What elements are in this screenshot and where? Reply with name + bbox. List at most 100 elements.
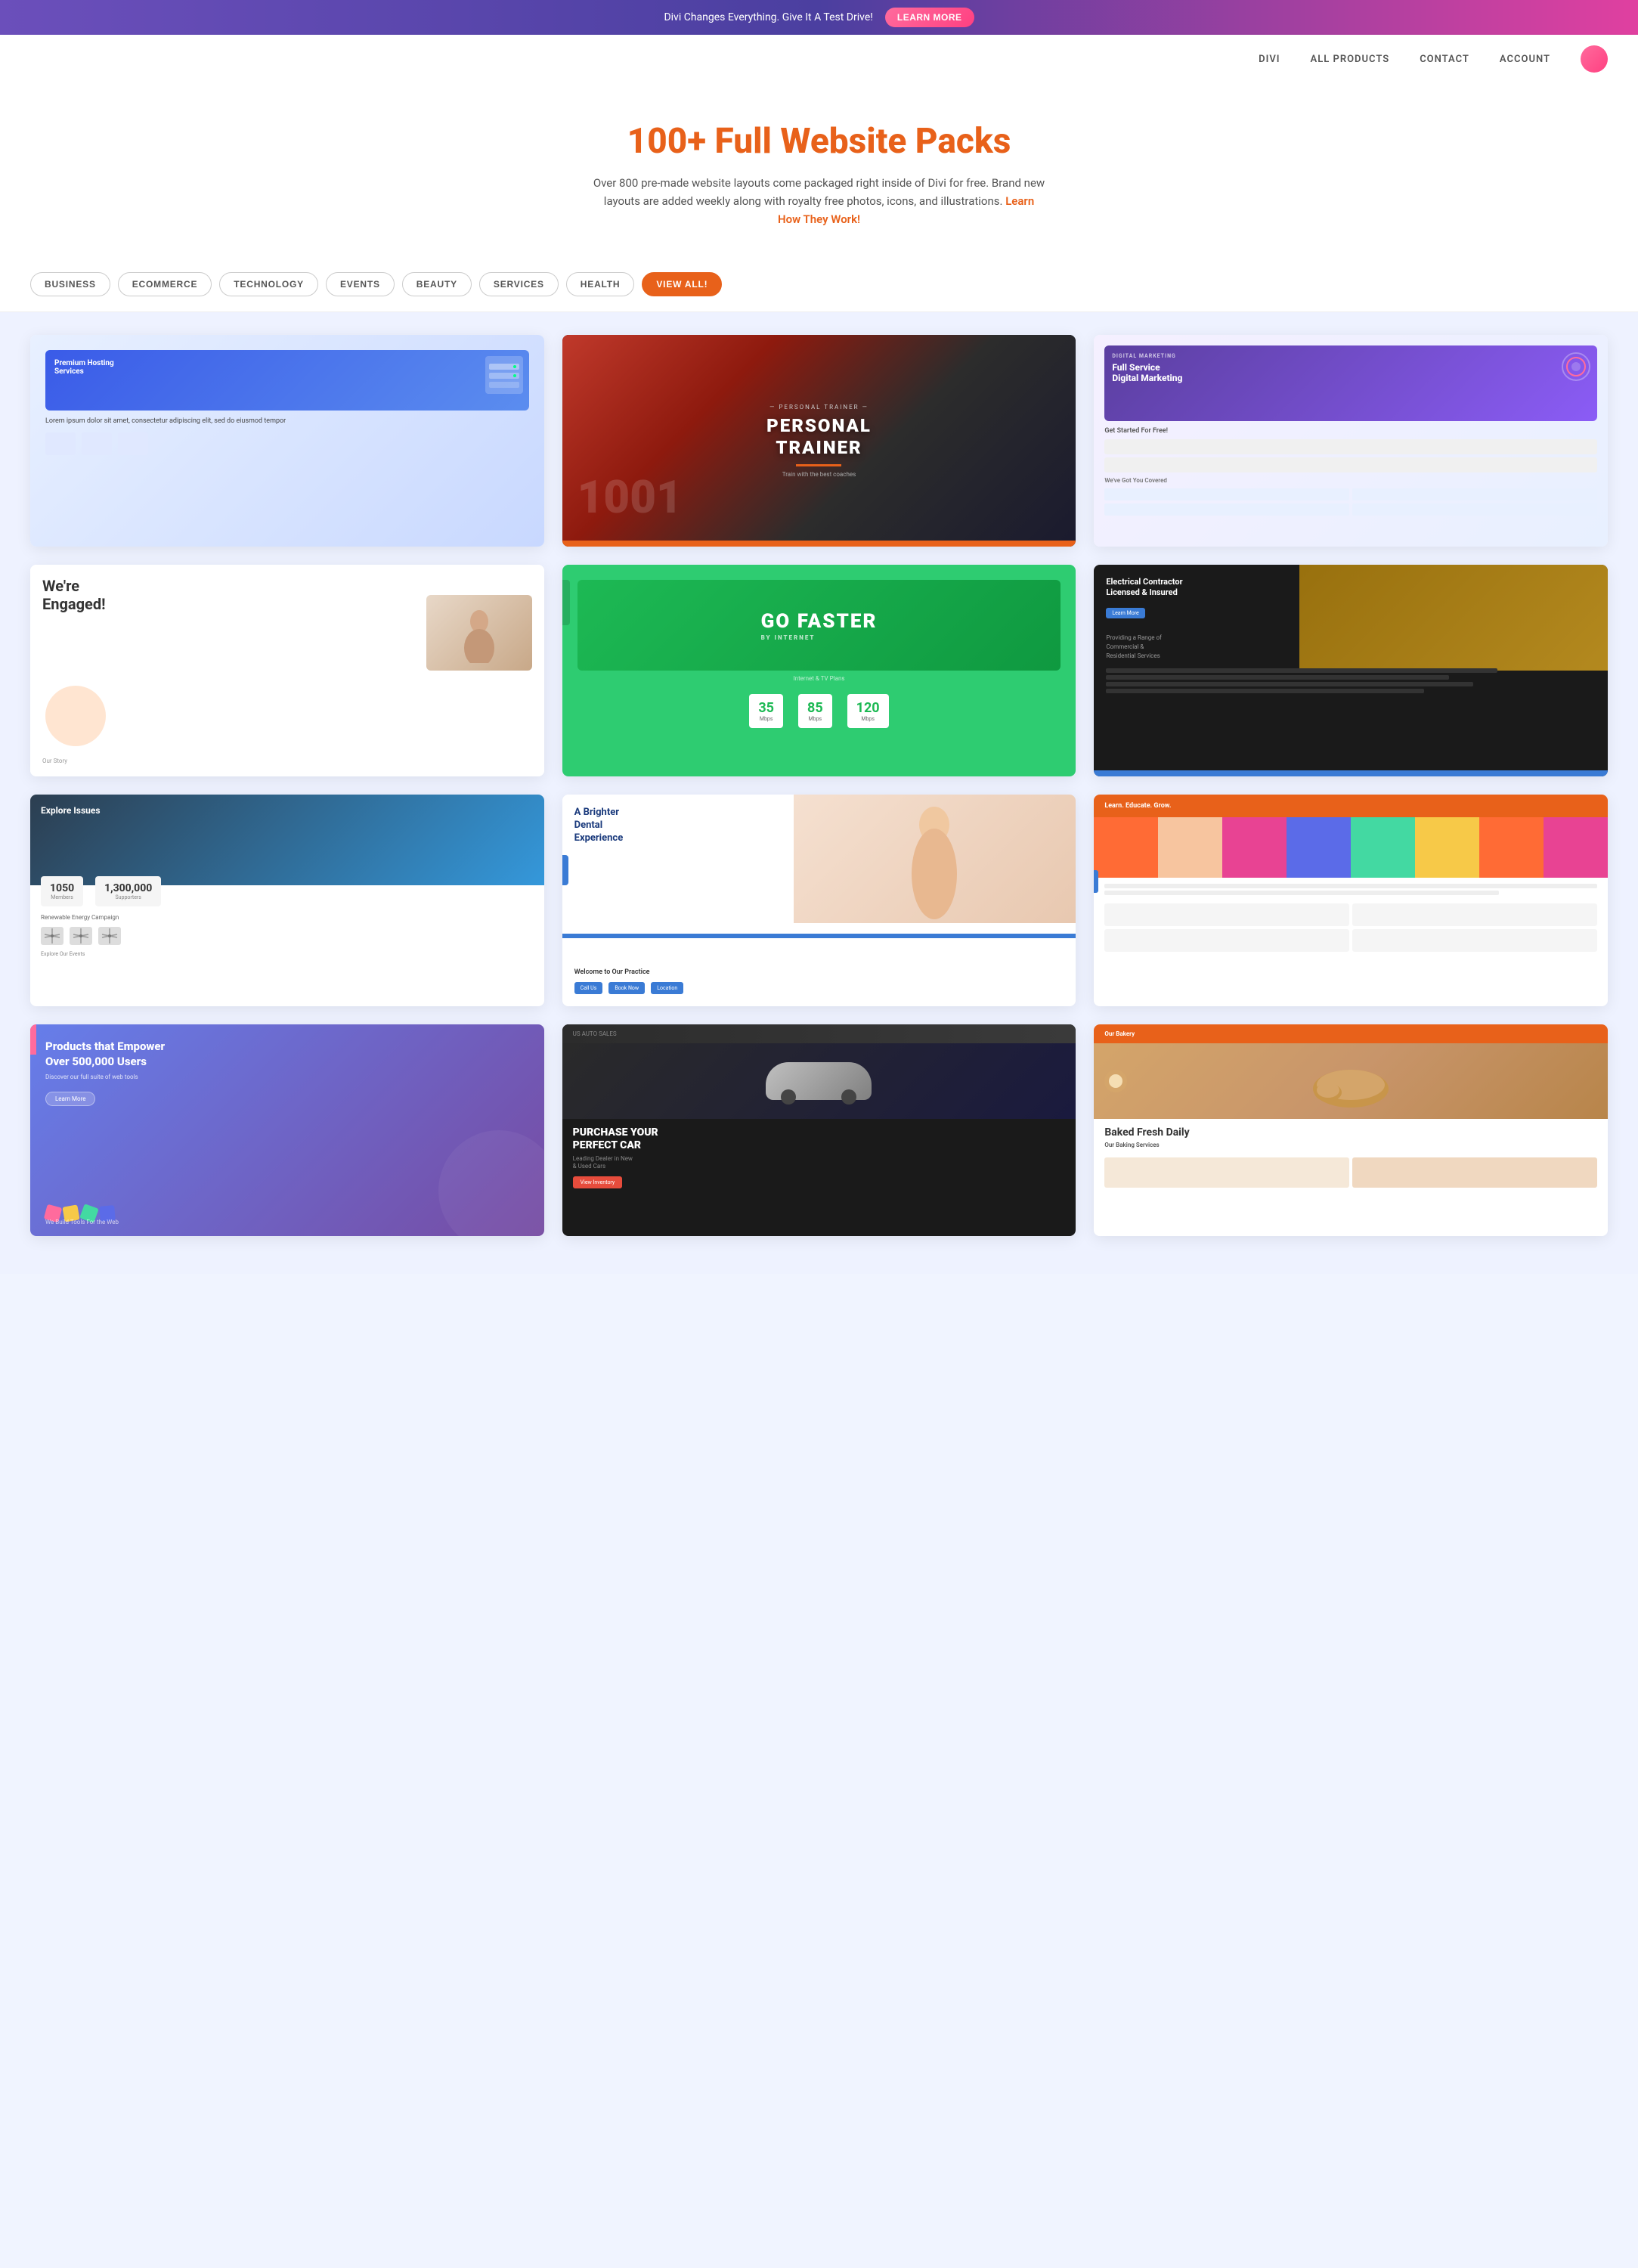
faster-header: GO FASTER by internet xyxy=(577,580,1061,671)
trainer-title: PERSONALTRAINER xyxy=(766,415,872,459)
card-trainer[interactable]: 1001 — PERSONAL TRAINER — PERSONALTRAINE… xyxy=(562,335,1076,547)
education-body xyxy=(1094,878,1608,903)
products-bottom-text: We Build Tools For the Web xyxy=(45,1219,119,1225)
explore-title: Explore Issues xyxy=(41,805,534,816)
bakery-header: Our Bakery xyxy=(1094,1024,1608,1043)
faster-left-bar xyxy=(562,580,570,625)
bakery-body: Our Baking Services xyxy=(1094,1142,1608,1148)
dental-welcome: Welcome to Our Practice xyxy=(574,968,1064,976)
hero-description: Over 800 pre-made website layouts come p… xyxy=(593,174,1046,228)
windmill-1 xyxy=(41,927,63,945)
nav-divi[interactable]: DIVI xyxy=(1259,54,1280,65)
nav-avatar[interactable] xyxy=(1581,45,1608,73)
nav-contact[interactable]: CONTACT xyxy=(1420,54,1469,65)
dental-title: A BrighterDentalExperience xyxy=(574,807,794,845)
trainer-content: — PERSONAL TRAINER — PERSONALTRAINER Tra… xyxy=(766,404,872,479)
bakery-cell-1 xyxy=(1104,1157,1349,1188)
products-deco xyxy=(438,1130,544,1236)
grid-section: Premium HostingServices L xyxy=(0,312,1638,1274)
card-faster[interactable]: GO FASTER by internet Internet & TV Plan… xyxy=(562,565,1076,776)
car-subtitle: Leading Dealer in New& Used Cars xyxy=(562,1155,1076,1171)
pricing-row: 35 Mbps 85 Mbps 120 Mbps xyxy=(749,694,888,728)
stat-box-1: 1050 Members xyxy=(41,876,83,906)
dental-blue-bar xyxy=(562,934,1076,938)
filter-business[interactable]: BUSINESS xyxy=(30,272,110,296)
car-button: View Inventory xyxy=(573,1176,623,1188)
hero-title: 100+ Full Website Packs xyxy=(15,121,1623,162)
couple-photo xyxy=(426,595,532,671)
education-grid xyxy=(1094,903,1608,958)
story-text: Our Story xyxy=(42,758,67,764)
car-title: PURCHASE YOURPERFECT CAR xyxy=(562,1119,1076,1155)
marketing-header: DIGITAL MARKETING Full ServiceDigital Ma… xyxy=(1104,345,1597,421)
windmill-2 xyxy=(70,927,92,945)
price-35: 35 Mbps xyxy=(749,694,783,728)
top-banner: Divi Changes Everything. Give It A Test … xyxy=(0,0,1638,35)
banner-text: Divi Changes Everything. Give It A Test … xyxy=(664,11,872,23)
filter-health[interactable]: HEALTH xyxy=(566,272,635,296)
bread-image xyxy=(1094,1043,1608,1119)
cards-grid: Premium HostingServices L xyxy=(30,335,1608,1236)
bakery-grid xyxy=(1094,1151,1608,1194)
hero-section: 100+ Full Website Packs Over 800 pre-mad… xyxy=(0,83,1638,257)
car-image xyxy=(562,1043,1076,1119)
card-explore[interactable]: Explore Issues 1050 Members 1,300,000 Su… xyxy=(30,795,544,1006)
price-85: 85 Mbps xyxy=(798,694,832,728)
explore-content: Explore Issues 1050 Members 1,300,000 Su… xyxy=(30,795,544,1006)
products-subtitle: Discover our full suite of web tools xyxy=(45,1074,529,1080)
card-education[interactable]: Learn. Educate. Grow. xyxy=(1094,795,1608,1006)
dental-btn-2: Book Now xyxy=(608,982,645,994)
bakery-cell-2 xyxy=(1352,1157,1597,1188)
dental-btn-1: Call Us xyxy=(574,982,603,994)
trainer-subtitle: Train with the best coaches xyxy=(766,471,872,478)
nav-account[interactable]: ACCOUNT xyxy=(1500,54,1550,65)
marketing-body: Get Started For Free! We've Got You Cove… xyxy=(1104,427,1597,516)
car-shape xyxy=(766,1062,872,1100)
filter-view-all[interactable]: VIEW ALL! xyxy=(642,272,722,296)
filter-bar: BUSINESS ECOMMERCE TECHNOLOGY EVENTS BEA… xyxy=(0,257,1638,312)
card-car[interactable]: US AUTO SALES PURCHASE YOURPERFECT CAR L… xyxy=(562,1024,1076,1236)
navigation: DIVI ALL PRODUCTS CONTACT ACCOUNT xyxy=(0,35,1638,83)
electrical-bottom-bar xyxy=(1094,770,1608,776)
filter-services[interactable]: SERVICES xyxy=(479,272,559,296)
electrical-title: Electrical ContractorLicensed & Insured xyxy=(1106,577,1375,599)
dental-contacts: Call Us Book Now Location xyxy=(574,982,1064,994)
filter-events[interactable]: EVENTS xyxy=(326,272,395,296)
bakery-title: Baked Fresh Daily xyxy=(1094,1119,1608,1142)
stat-box-2: 1,300,000 Supporters xyxy=(95,876,161,906)
trainer-orange-bar xyxy=(562,541,1076,547)
card-engaged[interactable]: We'reEngaged! Our Story xyxy=(30,565,544,776)
marketing-circles-icon xyxy=(1561,352,1591,382)
energy-text: Renewable Energy Campaign xyxy=(41,914,534,921)
products-title: Products that EmpowerOver 500,000 Users xyxy=(45,1040,529,1069)
card-products[interactable]: Products that EmpowerOver 500,000 Users … xyxy=(30,1024,544,1236)
nav-all-products[interactable]: ALL PRODUCTS xyxy=(1311,54,1390,65)
trainer-number: 1001 xyxy=(577,470,683,524)
windmill-3 xyxy=(98,927,121,945)
circle-decoration xyxy=(45,686,106,746)
filter-technology[interactable]: TECHNOLOGY xyxy=(219,272,318,296)
card-electrical[interactable]: Electrical ContractorLicensed & Insured … xyxy=(1094,565,1608,776)
dental-photo xyxy=(794,795,1076,923)
card-hosting[interactable]: Premium HostingServices L xyxy=(30,335,544,547)
education-header: Learn. Educate. Grow. xyxy=(1094,795,1608,817)
filter-beauty[interactable]: BEAUTY xyxy=(402,272,472,296)
car-header: US AUTO SALES xyxy=(562,1024,1076,1043)
electrical-body: Providing a Range ofCommercial &Resident… xyxy=(1106,634,1596,693)
education-left-bar xyxy=(1094,870,1098,893)
learn-more-button[interactable]: LEARN MORE xyxy=(885,8,974,27)
price-120: 120 Mbps xyxy=(847,694,889,728)
filter-ecommerce[interactable]: ECOMMERCE xyxy=(118,272,212,296)
dental-left-deco xyxy=(562,855,568,885)
dental-body: Welcome to Our Practice Call Us Book Now… xyxy=(574,968,1064,994)
hosting-title: Premium HostingServices xyxy=(54,359,520,376)
windmill-row xyxy=(41,927,534,945)
card-bakery[interactable]: Our Bakery Baked Fresh Daily Our Baking … xyxy=(1094,1024,1608,1236)
card-dental[interactable]: A BrighterDentalExperience Welcome to Ou… xyxy=(562,795,1076,1006)
card-marketing[interactable]: DIGITAL MARKETING Full ServiceDigital Ma… xyxy=(1094,335,1608,547)
hosting-body: Lorem ipsum dolor sit amet, consectetur … xyxy=(45,417,529,455)
products-pink-bar xyxy=(30,1024,36,1055)
server-icon xyxy=(485,356,523,394)
dental-btn-3: Location xyxy=(651,982,683,994)
stats-row: 1050 Members 1,300,000 Supporters xyxy=(41,876,534,906)
